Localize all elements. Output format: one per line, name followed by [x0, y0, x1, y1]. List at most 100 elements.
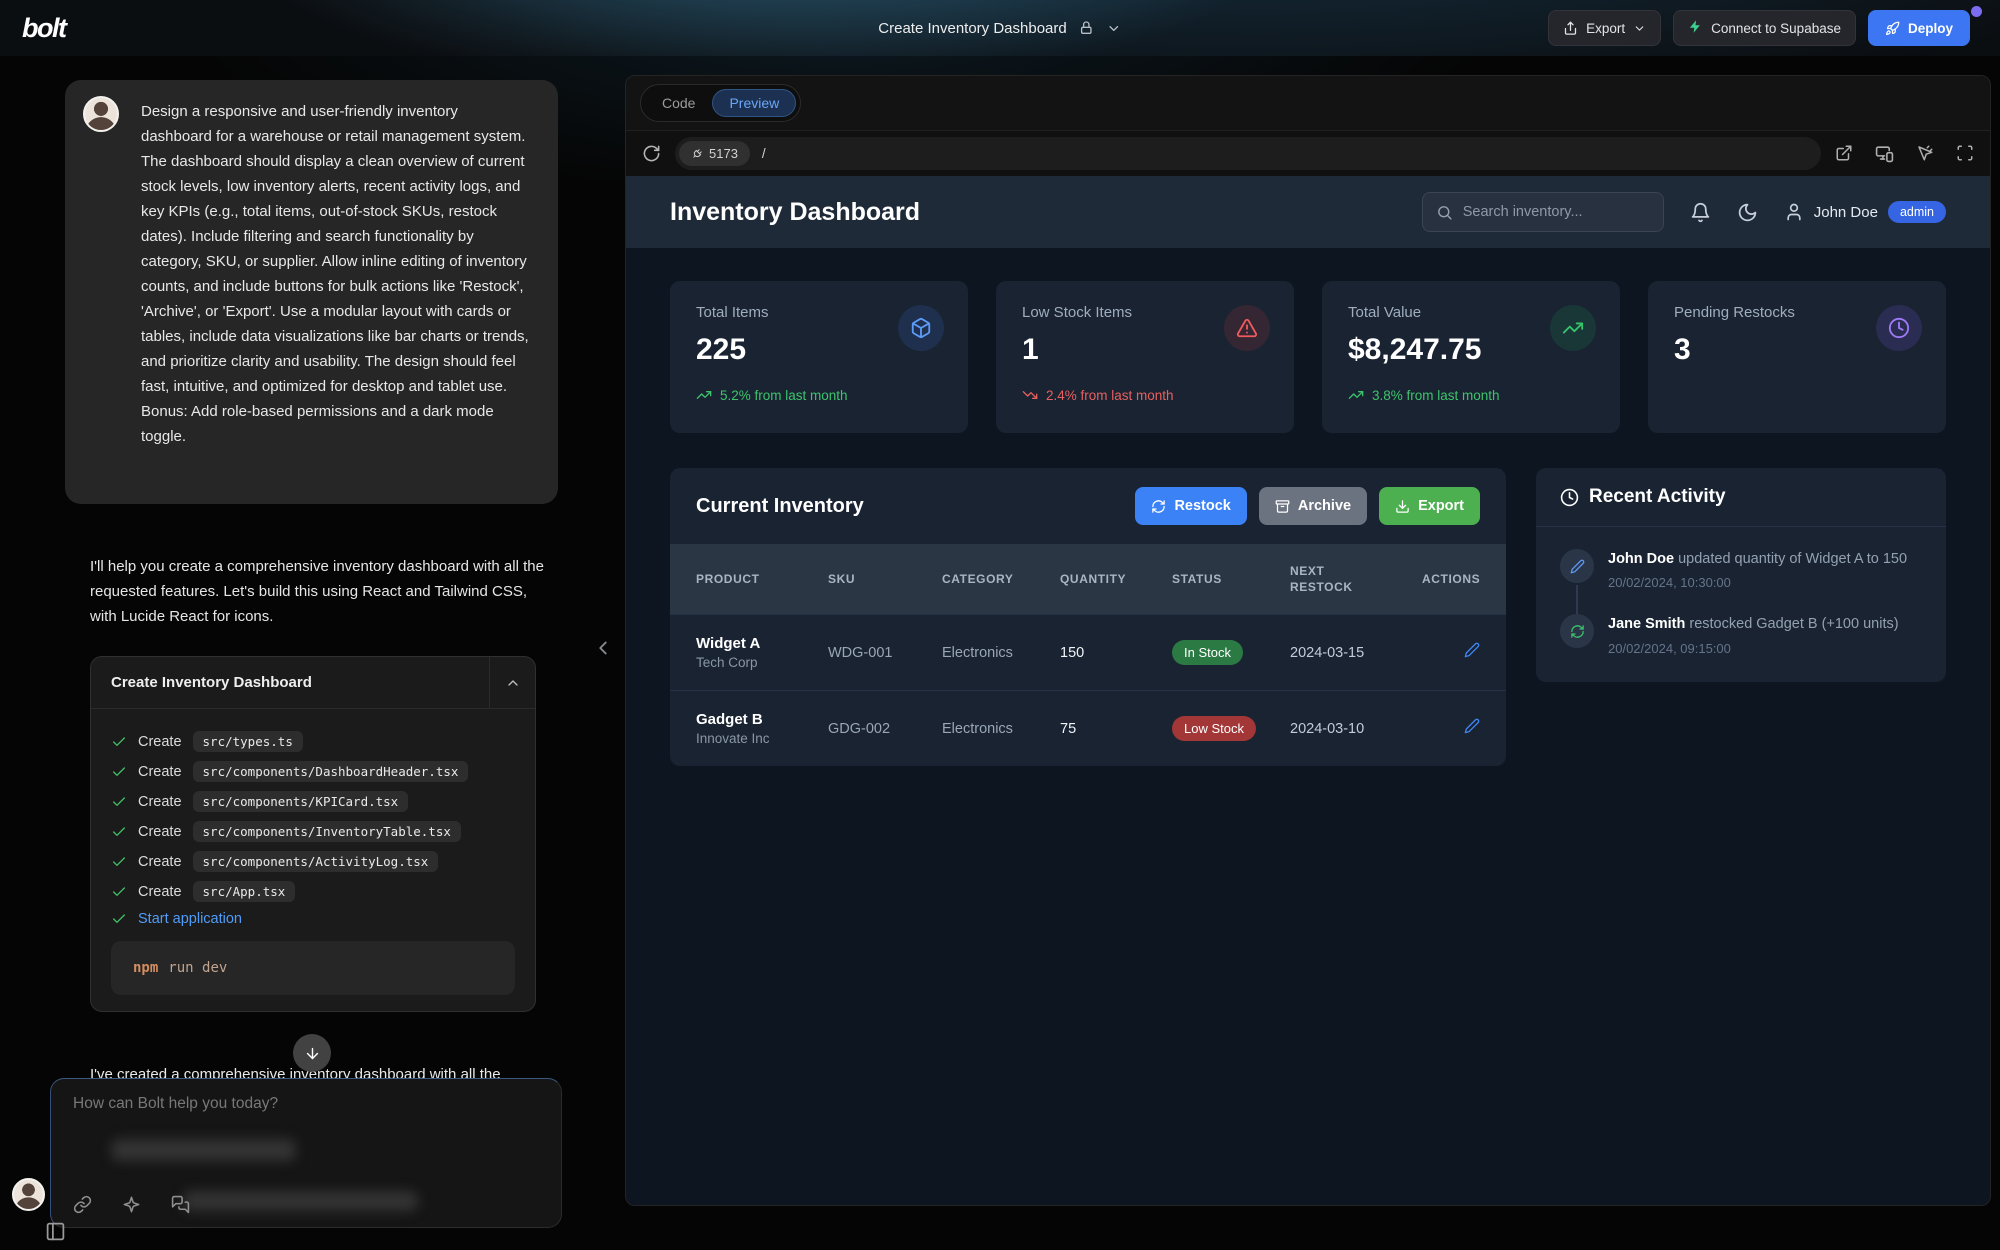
build-steps-card: Create Inventory Dashboard Create src/ty…: [90, 656, 536, 1012]
port-badge[interactable]: 5173: [679, 141, 750, 166]
restock-label: Restock: [1174, 498, 1230, 514]
inventory-title: Current Inventory: [696, 495, 864, 518]
rocket-icon: [1885, 21, 1900, 36]
product-quantity: 75: [1060, 721, 1172, 737]
chat-input-box[interactable]: [50, 1078, 562, 1228]
clock-icon: [1560, 488, 1579, 507]
trending-up-icon: [1550, 305, 1596, 351]
download-icon: [1395, 499, 1410, 514]
project-title-group[interactable]: Create Inventory Dashboard: [878, 0, 1121, 56]
arrow-down-icon: [304, 1045, 321, 1062]
step-label: Create: [138, 764, 182, 780]
file-chip[interactable]: src/types.ts: [193, 731, 303, 752]
connect-supabase-button[interactable]: Connect to Supabase: [1673, 10, 1856, 46]
sparkles-icon[interactable]: [122, 1195, 141, 1214]
next-restock-date: 2024-03-10: [1290, 721, 1422, 737]
file-chip[interactable]: src/App.tsx: [193, 881, 296, 902]
activity-user: John Doe: [1608, 551, 1674, 567]
chevron-down-icon[interactable]: [1107, 21, 1122, 36]
restock-button[interactable]: Restock: [1135, 487, 1246, 525]
kpi-trend-text: 5.2% from last month: [720, 388, 848, 403]
recent-activity-card: Recent Activity John Doe updated quantit…: [1536, 468, 1946, 682]
fullscreen-icon[interactable]: [1956, 144, 1974, 163]
start-application-link[interactable]: Start application: [138, 911, 242, 927]
file-chip[interactable]: src/components/KPICard.tsx: [193, 791, 409, 812]
terminal-command-block: npmrun dev: [111, 941, 515, 995]
inspector-cursor-icon[interactable]: [1916, 144, 1934, 163]
edit-pencil-icon[interactable]: [1464, 718, 1480, 734]
product-sku: GDG-002: [828, 721, 942, 737]
next-restock-date: 2024-03-15: [1290, 645, 1422, 661]
inventory-search[interactable]: [1422, 192, 1664, 232]
tab-code[interactable]: Code: [645, 89, 712, 117]
scroll-to-bottom-button[interactable]: [293, 1034, 331, 1072]
step-label: Create: [138, 794, 182, 810]
chevron-up-icon: [505, 675, 521, 691]
inventory-table-header: PRODUCT SKU CATEGORY QUANTITY STATUS NEX…: [670, 544, 1506, 614]
column-status: STATUS: [1172, 572, 1290, 586]
preview-viewport: Inventory Dashboard: [626, 176, 1990, 1205]
activity-user: Jane Smith: [1608, 616, 1685, 632]
sidebar-toggle-icon[interactable]: [45, 1221, 66, 1242]
deploy-button[interactable]: Deploy: [1868, 10, 1970, 46]
export-button[interactable]: Export: [1548, 10, 1661, 46]
inventory-row-gadget-b[interactable]: Gadget B Innovate Inc GDG-002 Electronic…: [670, 690, 1506, 766]
devices-icon[interactable]: [1875, 144, 1894, 163]
open-external-icon[interactable]: [1835, 144, 1853, 163]
file-chip[interactable]: src/components/DashboardHeader.tsx: [193, 761, 469, 782]
column-next-restock: NEXT RESTOCK: [1290, 563, 1354, 595]
inventory-row-widget-a[interactable]: Widget A Tech Corp WDG-001 Electronics 1…: [670, 614, 1506, 690]
user-message: Design a responsive and user-friendly in…: [65, 80, 558, 504]
product-supplier: Tech Corp: [696, 655, 828, 670]
step-create-file: Create src/types.ts: [111, 731, 515, 752]
supabase-icon: [1688, 19, 1703, 37]
dark-mode-toggle-moon-icon[interactable]: [1737, 202, 1758, 223]
archive-button[interactable]: Archive: [1259, 487, 1367, 525]
url-address-box[interactable]: 5173 /: [675, 137, 1821, 170]
port-number: 5173: [709, 146, 738, 161]
column-product: PRODUCT: [696, 572, 828, 586]
top-bar: bolt Create Inventory Dashboard Export C…: [0, 0, 2000, 56]
check-icon: [111, 794, 127, 810]
bell-icon[interactable]: [1690, 202, 1711, 223]
kpi-card-low-stock: Low Stock Items 1 2.4% from last month: [996, 281, 1294, 433]
deploy-label: Deploy: [1908, 21, 1953, 36]
chat-input-field[interactable]: [73, 1095, 539, 1155]
check-icon: [111, 854, 127, 870]
collapse-steps-button[interactable]: [489, 657, 535, 708]
steps-card-title: Create Inventory Dashboard: [91, 657, 489, 708]
kpi-card-total-items: Total Items 225 5.2% from last month: [670, 281, 968, 433]
export-csv-button[interactable]: Export: [1379, 487, 1480, 525]
tab-preview[interactable]: Preview: [712, 89, 796, 117]
edit-pencil-icon[interactable]: [1464, 642, 1480, 658]
column-category: CATEGORY: [942, 572, 1060, 586]
preview-url-bar: 5173 /: [626, 130, 1990, 176]
product-supplier: Innovate Inc: [696, 731, 828, 746]
check-icon: [111, 764, 127, 780]
collapse-chat-chevron[interactable]: [592, 637, 614, 659]
column-actions: ACTIONS: [1422, 572, 1480, 586]
bolt-logo: bolt: [22, 13, 65, 44]
reload-icon[interactable]: [642, 144, 661, 163]
check-icon: [111, 911, 127, 927]
status-badge: In Stock: [1172, 640, 1243, 665]
attach-link-icon[interactable]: [73, 1195, 92, 1214]
account-avatar[interactable]: [12, 1178, 45, 1211]
connect-supabase-label: Connect to Supabase: [1711, 21, 1841, 36]
activity-item: John Doe updated quantity of Widget A to…: [1560, 549, 1922, 590]
project-title: Create Inventory Dashboard: [878, 20, 1066, 37]
notification-dot: [1971, 6, 1982, 17]
command-binary: npm: [133, 960, 158, 976]
file-chip[interactable]: src/components/ActivityLog.tsx: [193, 851, 439, 872]
chat-mode-icon[interactable]: [171, 1195, 190, 1214]
search-input[interactable]: [1463, 204, 1650, 220]
clock-icon: [1876, 305, 1922, 351]
kpi-card-pending-restocks: Pending Restocks 3: [1648, 281, 1946, 433]
column-sku: SKU: [828, 572, 942, 586]
refresh-icon: [1151, 499, 1166, 514]
current-inventory-card: Current Inventory Restock Archive: [670, 468, 1506, 766]
step-label: Create: [138, 734, 182, 750]
file-chip[interactable]: src/components/InventoryTable.tsx: [193, 821, 461, 842]
user-menu[interactable]: John Doe admin: [1784, 201, 1946, 223]
trending-up-icon: [696, 387, 712, 403]
